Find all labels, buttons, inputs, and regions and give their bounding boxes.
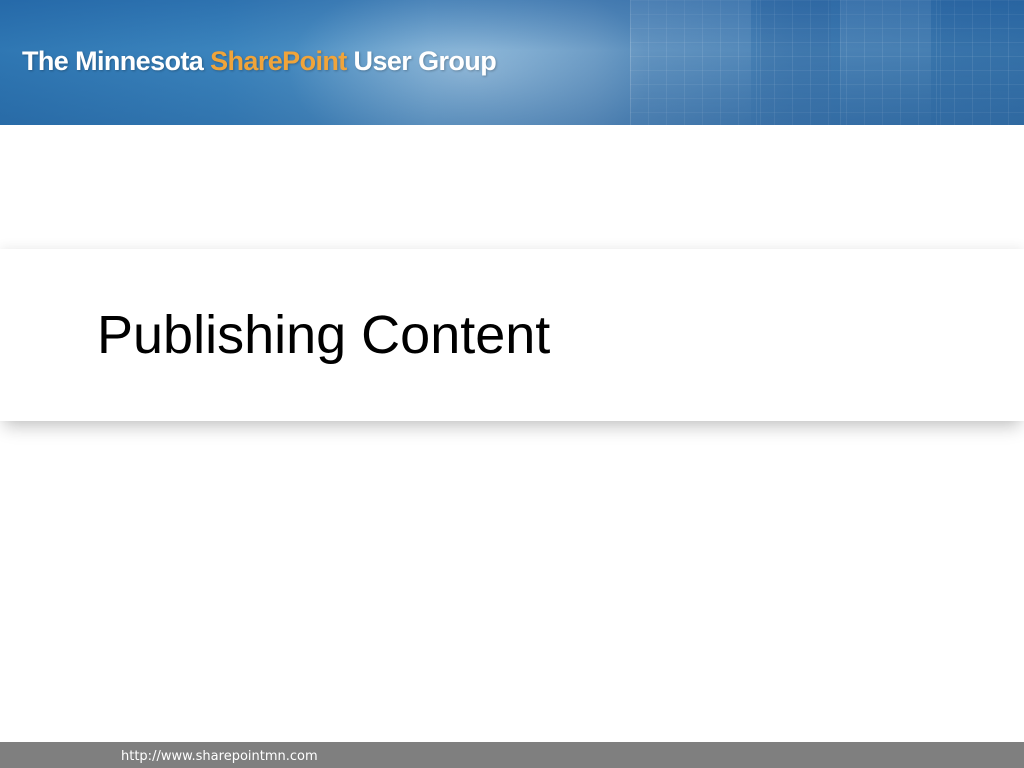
header-banner: The Minnesota SharePoint User Group — [0, 0, 1024, 125]
slide: The Minnesota SharePoint User Group Publ… — [0, 0, 1024, 768]
brand-title: The Minnesota SharePoint User Group — [22, 46, 497, 77]
footer-url-link[interactable]: http://www.sharepointmn.com — [121, 749, 318, 764]
footer-bar: http://www.sharepointmn.com — [0, 742, 1024, 768]
brand-suffix: User Group — [346, 46, 497, 76]
brand-prefix: The Minnesota — [22, 46, 211, 76]
slide-title: Publishing Content — [97, 305, 551, 365]
brand-accent: SharePoint — [210, 46, 347, 76]
